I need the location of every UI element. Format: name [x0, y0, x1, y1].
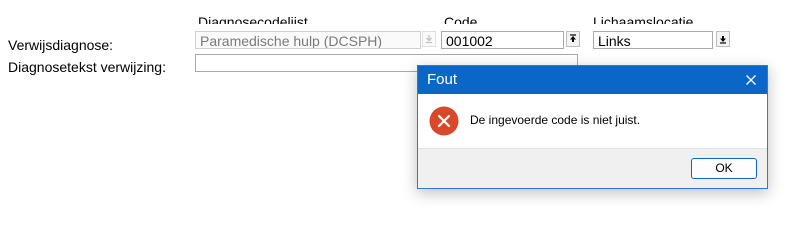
dialog-body: De ingevoerde code is niet juist. — [418, 94, 767, 149]
verwijsdiagnose-label: Verwijsdiagnose: — [8, 37, 114, 53]
header-code: Code — [444, 14, 478, 24]
diagnosecodelijst-field: Paramedische hulp (DCSPH) — [195, 31, 421, 49]
lichaamslocatie-lookup-button[interactable] — [716, 31, 730, 47]
lichaamslocatie-field[interactable]: Links — [593, 31, 713, 49]
error-icon — [429, 106, 459, 136]
dialog-title: Fout — [427, 71, 458, 88]
error-dialog: Fout De ingevoerde code is niet juist. O… — [417, 65, 768, 189]
upload-arrow-icon — [570, 34, 576, 42]
code-field[interactable]: 001002 — [441, 31, 564, 49]
download-arrow-icon — [720, 36, 726, 44]
dialog-footer: OK — [418, 148, 767, 188]
dialog-message: De ingevoerde code is niet juist. — [470, 113, 641, 127]
diagnosecodelijst-lookup-button — [422, 31, 436, 47]
close-button[interactable] — [739, 68, 763, 92]
form-window: Diagnosecodelijst Code Lichaamslocatie V… — [0, 0, 797, 216]
ok-button[interactable]: OK — [691, 158, 757, 179]
header-lichaamslocatie: Lichaamslocatie — [593, 14, 694, 24]
diagnosetekst-label: Diagnosetekst verwijzing: — [8, 59, 166, 75]
close-icon — [746, 75, 756, 85]
dialog-titlebar: Fout — [418, 66, 767, 94]
download-arrow-icon — [426, 35, 432, 44]
code-lookup-button[interactable] — [566, 31, 580, 47]
header-diagnosecodelijst: Diagnosecodelijst — [198, 14, 308, 24]
